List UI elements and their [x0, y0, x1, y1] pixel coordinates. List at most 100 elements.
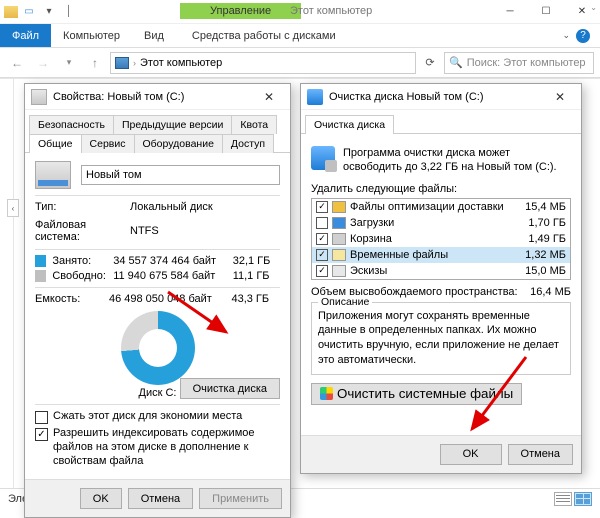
properties-apply-button[interactable]: Применить	[199, 488, 282, 509]
file-icon	[332, 201, 346, 213]
titlebar: ▭ ▾ │ Управление Этот компьютер ─ ☐ ✕	[0, 0, 600, 24]
tab-computer[interactable]: Компьютер	[51, 24, 132, 47]
properties-cancel-button[interactable]: Отмена	[128, 488, 193, 509]
file-icon	[332, 233, 346, 245]
nav-pane-collapse-icon[interactable]: ‹	[7, 199, 19, 217]
file-icon	[332, 217, 346, 229]
view-details-icon[interactable]	[554, 492, 572, 506]
tab-file[interactable]: Файл	[0, 24, 51, 47]
search-icon: 🔍	[449, 56, 463, 69]
nav-back-icon[interactable]: ←	[6, 52, 28, 74]
description-legend: Описание	[318, 296, 372, 308]
cleanup-cancel-button[interactable]: Отмена	[508, 444, 573, 465]
refresh-icon[interactable]: ⟳	[420, 56, 440, 69]
file-list-row[interactable]: Корзина 1,49 ГБ	[312, 231, 570, 247]
tab-general[interactable]: Общие	[29, 134, 82, 153]
properties-qat-icon[interactable]: ▭	[20, 3, 38, 21]
free-label: Свободно:	[52, 270, 107, 282]
file-checkbox[interactable]	[316, 249, 328, 261]
capacity-bytes: 46 498 050 048 байт	[109, 293, 226, 305]
view-tiles-icon[interactable]	[574, 492, 592, 506]
drive-icon	[31, 89, 47, 105]
qat-dropdown-icon[interactable]: ▾	[40, 3, 58, 21]
properties-buttons: OK Отмена Применить	[25, 479, 290, 517]
cleanup-title-icon	[307, 89, 323, 105]
free-bytes: 11 940 675 584 байт	[113, 270, 227, 282]
description-group: Описание Приложения могут сохранять врем…	[311, 302, 571, 375]
tab-drive-tools[interactable]: Средства работы с дисками	[180, 24, 348, 47]
file-icon	[332, 249, 346, 261]
ribbon-tabs: Файл Компьютер Вид Средства работы с дис…	[0, 24, 600, 48]
tab-quota[interactable]: Квота	[231, 115, 277, 134]
tab-access[interactable]: Доступ	[222, 134, 274, 153]
file-size: 1,49 ГБ	[516, 233, 566, 245]
search-placeholder: Поиск: Этот компьютер	[467, 57, 586, 69]
cleanup-title: Очистка диска Новый том (C:)	[329, 91, 483, 103]
file-name: Корзина	[350, 233, 512, 245]
tab-cleanup[interactable]: Очистка диска	[305, 115, 394, 134]
tab-hardware[interactable]: Оборудование	[134, 134, 223, 153]
volume-name-input[interactable]: Новый том	[81, 165, 280, 185]
address-bar[interactable]: › Этот компьютер ⌄	[110, 52, 416, 74]
capacity-gb: 43,3 ГБ	[231, 293, 280, 305]
file-size: 15,0 МБ	[516, 265, 566, 277]
file-checkbox[interactable]	[316, 201, 328, 213]
help-icon[interactable]: ?	[576, 29, 590, 43]
explorer-icon	[4, 6, 18, 18]
properties-close-icon[interactable]: ✕	[254, 90, 284, 104]
index-checkbox[interactable]	[35, 428, 48, 441]
file-list-row[interactable]: Эскизы 15,0 МБ	[312, 263, 570, 279]
properties-ok-button[interactable]: OK	[80, 488, 122, 509]
maximize-button[interactable]: ☐	[528, 0, 564, 24]
tab-service[interactable]: Сервис	[81, 134, 135, 153]
qat-separator: │	[60, 3, 78, 21]
usage-chart	[121, 311, 195, 385]
file-checkbox[interactable]	[316, 265, 328, 277]
used-gb: 32,1 ГБ	[233, 255, 280, 267]
cleanup-info-text: Программа очистки диска может освободить…	[343, 146, 571, 175]
search-input[interactable]: 🔍 Поиск: Этот компьютер	[444, 52, 594, 74]
free-gb: 11,1 ГБ	[233, 270, 280, 282]
properties-body: Новый том Тип:Локальный диск Файловая си…	[25, 153, 290, 479]
file-name: Временные файлы	[350, 249, 512, 261]
compress-checkbox[interactable]	[35, 411, 48, 424]
type-label: Тип:	[35, 201, 130, 213]
index-label: Разрешить индексировать содержимое файло…	[53, 427, 280, 468]
file-checkbox[interactable]	[316, 233, 328, 245]
cleanup-ok-button[interactable]: OK	[440, 444, 502, 465]
cleanup-file-list[interactable]: Файлы оптимизации доставки15,4 МБЗагрузк…	[311, 198, 571, 280]
cleanup-buttons: OK Отмена	[301, 435, 581, 473]
tab-security[interactable]: Безопасность	[29, 115, 114, 134]
cleanup-close-icon[interactable]: ✕	[545, 90, 575, 104]
cleanup-titlebar[interactable]: Очистка диска Новый том (C:) ✕	[301, 84, 581, 110]
nav-up-icon[interactable]: ↑	[84, 52, 106, 74]
breadcrumb-location[interactable]: Этот компьютер	[140, 57, 222, 69]
tab-previous-versions[interactable]: Предыдущие версии	[113, 115, 232, 134]
free-swatch	[35, 270, 46, 282]
file-list-row[interactable]: Файлы оптимизации доставки15,4 МБ	[312, 199, 570, 215]
file-list-row[interactable]: Временные файлы 1,32 МБ	[312, 247, 570, 263]
minimize-button[interactable]: ─	[492, 0, 528, 24]
type-value: Локальный диск	[130, 201, 213, 213]
delete-files-label: Удалить следующие файлы:	[311, 183, 571, 195]
capacity-label: Емкость:	[35, 293, 103, 305]
breadcrumb-chevron-icon[interactable]: ›	[133, 58, 136, 68]
freeable-value: 16,4 МБ	[530, 286, 571, 298]
file-name: Эскизы	[350, 265, 512, 277]
file-name: Файлы оптимизации доставки	[350, 201, 512, 213]
properties-titlebar[interactable]: Свойства: Новый том (C:) ✕	[25, 84, 290, 110]
file-checkbox[interactable]	[316, 217, 328, 229]
ribbon-expand-icon[interactable]: ⌄	[562, 30, 570, 41]
address-dropdown-icon[interactable]: ⌄	[590, 3, 597, 12]
tab-view[interactable]: Вид	[132, 24, 176, 47]
nav-recent-icon[interactable]: ▾	[58, 52, 80, 74]
cleanup-dialog: Очистка диска Новый том (C:) ✕ Очистка д…	[300, 83, 582, 474]
ribbon-context-label: Управление	[180, 3, 301, 19]
address-row: ← → ▾ ↑ › Этот компьютер ⌄ ⟳ 🔍 Поиск: Эт…	[0, 48, 600, 78]
clean-system-files-button[interactable]: Очистить системные файлы	[311, 383, 522, 405]
properties-tabs: Безопасность Предыдущие версии Квота Общ…	[25, 110, 290, 153]
file-size: 1,32 МБ	[516, 249, 566, 261]
content-area: ‹ Свойства: Новый том (C:) ✕ Безопасност…	[0, 78, 600, 488]
disk-cleanup-button[interactable]: Очистка диска	[180, 378, 280, 399]
file-list-row[interactable]: Загрузки1,70 ГБ	[312, 215, 570, 231]
